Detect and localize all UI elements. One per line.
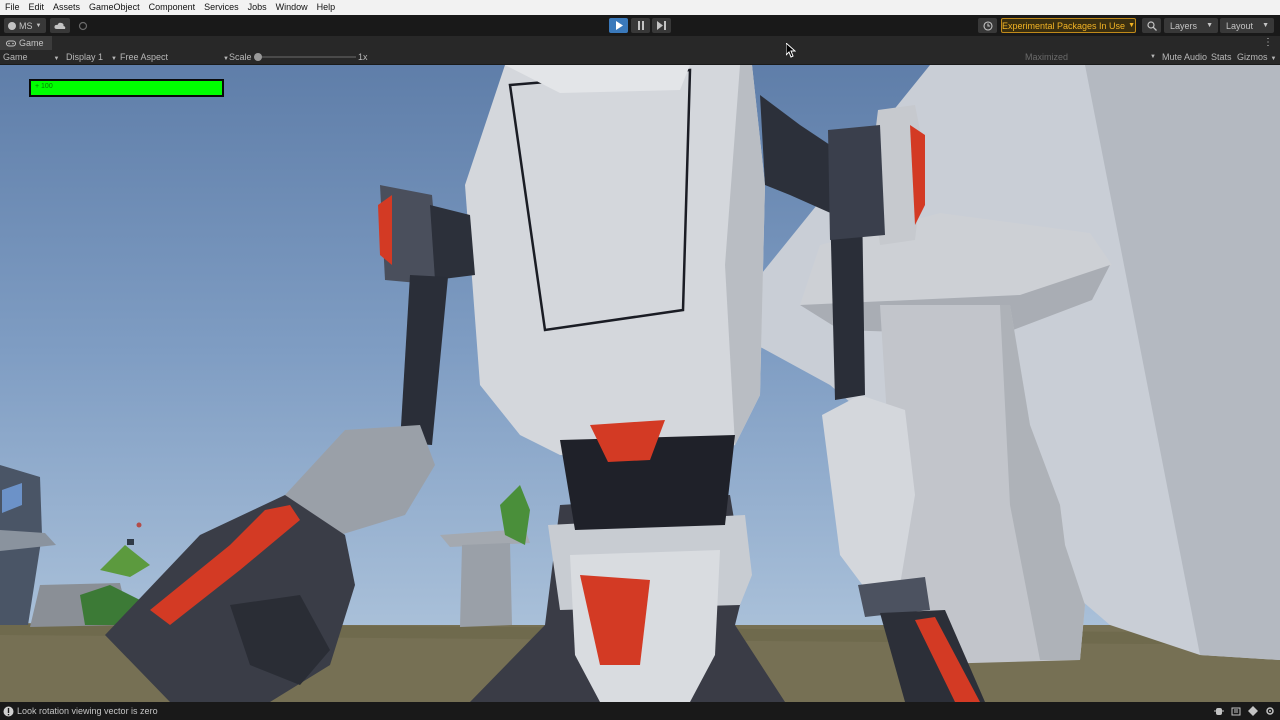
scale-label: Scale [229, 52, 252, 62]
pause-button[interactable] [631, 18, 650, 33]
stats-toggle[interactable]: Stats [1211, 50, 1232, 64]
aspect-dropdown[interactable]: Free Aspect ▼ [120, 50, 229, 66]
menu-jobs[interactable]: Jobs [243, 0, 271, 15]
history-button[interactable] [978, 18, 997, 33]
gizmos-dropdown[interactable]: Gizmos ▼ [1237, 50, 1276, 66]
menu-file[interactable]: File [0, 0, 24, 15]
small-tree [100, 545, 150, 577]
health-value: + 100 [35, 83, 53, 90]
status-bar: Look rotation viewing vector is zero [0, 702, 1280, 720]
window-tab-bar: Game ⋮ [0, 36, 1280, 50]
cloud-button[interactable] [50, 18, 70, 33]
play-button[interactable] [609, 18, 628, 33]
robot-left-shoulder-accent [378, 195, 392, 265]
chevron-down-icon: ▼ [1128, 22, 1135, 29]
robot-right-thigh [822, 395, 915, 595]
chevron-down-icon: ▼ [1150, 54, 1156, 60]
play-icon [615, 21, 623, 30]
robot-right-shoulder-cap [828, 125, 885, 240]
menu-services[interactable]: Services [199, 0, 243, 15]
display-label: Display 1 [66, 52, 104, 62]
tab-game[interactable]: Game [0, 36, 52, 50]
pause-icon [637, 21, 644, 30]
display-dropdown[interactable]: Display 1 ▼ [66, 50, 117, 66]
chevron-down-icon: ▼ [35, 22, 42, 29]
floating-cube [127, 539, 134, 545]
more-options-icon[interactable]: ⋮ [1263, 36, 1273, 50]
memory-icon[interactable] [1231, 706, 1241, 716]
game-viewport[interactable]: + 100 [0, 65, 1280, 702]
robot-left-shoulder-joint [430, 205, 475, 280]
gizmos-label: Gizmos [1237, 52, 1268, 62]
game-scene [0, 65, 1280, 702]
game-view-toolbar: Game ▼ Display 1 ▼ Free Aspect ▼ Scale 1x M… [0, 50, 1280, 65]
status-message[interactable]: Look rotation viewing vector is zero [17, 706, 158, 716]
step-button[interactable] [652, 18, 671, 33]
maximized-toggle[interactable]: Maximized [1025, 50, 1068, 64]
scale-value: 1x [358, 52, 368, 62]
info-icon [3, 706, 14, 716]
cloud-icon [54, 22, 66, 29]
collab-icon [78, 21, 88, 30]
aspect-label: Free Aspect [120, 52, 169, 62]
chevron-down-icon: ▼ [1270, 56, 1277, 62]
mid-mushroom-stem [460, 543, 512, 627]
layers-dropdown[interactable]: Layers ▼ [1164, 18, 1218, 33]
left-disc [0, 530, 56, 551]
layers-label: Layers [1170, 20, 1198, 31]
step-icon [657, 21, 666, 30]
account-label: MS [19, 20, 33, 31]
menu-help[interactable]: Help [312, 0, 340, 15]
chevron-down-icon: ▼ [1262, 22, 1269, 29]
experimental-packages-label: Experimental Packages In Use [1002, 20, 1126, 31]
menu-window[interactable]: Window [271, 0, 312, 15]
scale-slider[interactable] [254, 53, 356, 61]
robot-right-shoulder-arm [760, 95, 835, 215]
floating-dot [136, 522, 142, 528]
main-toolbar: MS ▼ Experimental Packages In Use ▼ Laye… [0, 15, 1280, 36]
progress-icon[interactable] [1248, 706, 1258, 716]
menu-bar: File Edit Assets GameObject Component Se… [0, 0, 1280, 15]
health-bar: + 100 [29, 79, 224, 97]
history-icon [982, 20, 993, 31]
chevron-down-icon: ▼ [1206, 22, 1213, 29]
mute-audio-toggle[interactable]: Mute Audio [1162, 50, 1207, 64]
account-icon [8, 21, 16, 30]
experimental-packages-button[interactable]: Experimental Packages In Use ▼ [1001, 18, 1136, 33]
bug-icon[interactable] [1214, 706, 1224, 716]
scale-slider-thumb[interactable] [254, 53, 262, 61]
menu-edit[interactable]: Edit [24, 0, 49, 15]
search-icon [1146, 20, 1157, 31]
view-mode-label: Game [3, 52, 28, 62]
robot-left-arm-pole [400, 275, 448, 445]
collab-button[interactable] [74, 18, 92, 33]
view-mode-dropdown[interactable]: Game ▼ [3, 50, 59, 66]
menu-assets[interactable]: Assets [48, 0, 84, 15]
tab-game-label: Game [19, 38, 44, 48]
layout-label: Layout [1226, 20, 1254, 31]
chevron-down-icon: ▼ [53, 56, 60, 62]
menu-component[interactable]: Component [144, 0, 200, 15]
chevron-down-icon: ▼ [111, 56, 117, 62]
settings-icon[interactable] [1265, 706, 1275, 716]
robot-left-hand [105, 495, 355, 702]
layout-dropdown[interactable]: Layout ▼ [1220, 18, 1274, 33]
menu-gameobject[interactable]: GameObject [84, 0, 144, 15]
account-dropdown[interactable]: MS ▼ [4, 18, 46, 33]
robot-torso [465, 65, 765, 460]
gamepad-icon [6, 40, 16, 46]
search-button[interactable] [1142, 18, 1161, 33]
mouse-cursor-icon [786, 43, 796, 58]
